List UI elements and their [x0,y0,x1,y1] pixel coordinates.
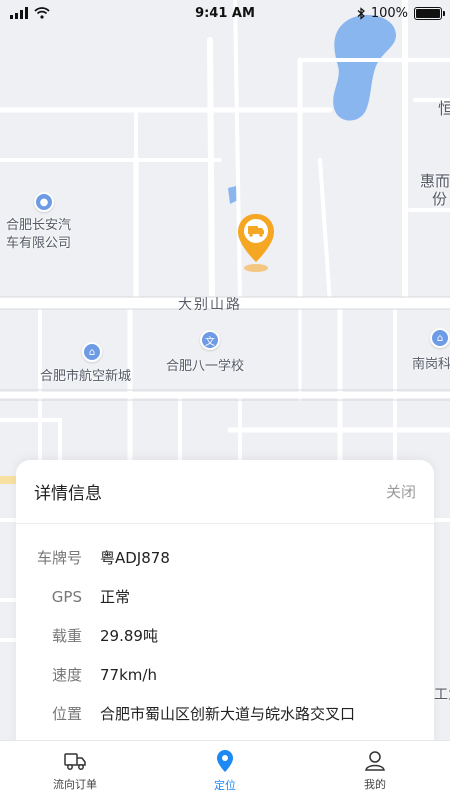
detail-key: 载重 [51,627,82,645]
detail-value: 29.89吨 [100,627,158,645]
school-icon[interactable]: 文 [200,330,220,350]
poi-label-hangkong[interactable]: 合肥市航空新城 [40,368,131,386]
detail-title: 详情信息 [34,484,102,504]
detail-key: 速度 [51,666,82,684]
poi-label-changan[interactable]: 合肥长安汽 车有限公司 [6,217,71,253]
poi-label-line1: 合肥长安汽 [6,218,72,233]
detail-key: 车牌号 [36,549,82,567]
detail-row-load: 载重 29.89吨 [16,616,434,655]
tab-label: 定位 [214,778,236,792]
building-icon[interactable]: ⌂ [430,328,450,348]
truck-icon [64,752,86,770]
map-edge-label: 工业 [434,687,450,703]
battery-icon [414,6,445,20]
poi-label-nangang[interactable]: 南岗科 [412,356,450,374]
detail-row-plate: 车牌号 粤ADJ878 [16,538,434,577]
bluetooth-icon [357,6,365,20]
detail-row-speed: 速度 77km/h [16,655,434,694]
detail-row-location: 位置 合肥市蜀山区创新大道与皖水路交叉口 [16,694,434,733]
detail-rows: 车牌号 粤ADJ878 GPS 正常 载重 29.89吨 速度 77km/h 位… [16,524,434,733]
user-icon [365,750,385,771]
tab-location[interactable]: 定位 [150,741,300,800]
poi-label-line2: 车有限公司 [6,236,72,251]
detail-row-gps: GPS 正常 [16,577,434,616]
map-edge-label: 恒 [438,99,450,118]
tab-orders[interactable]: 流向订单 [0,741,150,800]
detail-card: 详情信息 关闭 车牌号 粤ADJ878 GPS 正常 载重 29.89吨 速度 … [16,460,434,750]
detail-header: 详情信息 关闭 [16,460,434,524]
detail-key: GPS [51,587,82,606]
status-bar: 9:41 AM 100% [0,0,450,26]
tab-label: 流向订单 [53,777,97,791]
tab-label: 我的 [364,777,386,791]
battery-percent: 100% [370,5,408,21]
detail-value: 77km/h [100,665,157,684]
pin-icon[interactable]: ● [34,192,54,212]
vehicle-marker-icon[interactable] [236,212,276,274]
detail-value: 正常 [100,588,131,606]
road-label: 大别山路 [178,297,242,313]
wifi-icon [34,7,50,19]
building-icon[interactable]: ⌂ [82,342,102,362]
detail-value: 粤ADJ878 [100,549,170,567]
tab-bar: 流向订单 定位 我的 [0,740,450,800]
poi-label-bayi[interactable]: 合肥八一学校 [166,358,244,376]
detail-value: 合肥市蜀山区创新大道与皖水路交叉口 [100,705,356,723]
map-edge-label: 份 [432,190,448,208]
close-button[interactable]: 关闭 [386,481,416,502]
signal-icon [10,7,28,19]
tab-profile[interactable]: 我的 [300,741,450,800]
map-edge-label: 惠而 [420,172,450,190]
detail-key: 位置 [51,705,82,723]
location-icon [217,749,233,772]
